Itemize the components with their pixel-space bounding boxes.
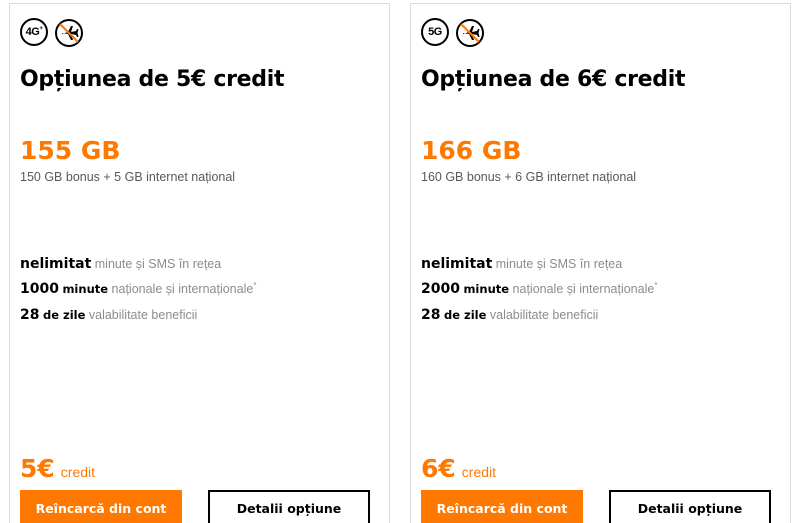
offer-icons: 5G	[421, 18, 485, 48]
offer-price: 6€ credit	[421, 454, 496, 483]
offers-page: 4G + Opțiunea de 5€ credit 155 GB 150 GB …	[0, 0, 800, 523]
offer-price: 5€ credit	[20, 454, 95, 483]
data-description: 150 GB bonus + 5 GB internet național	[20, 170, 236, 184]
feature-strong-small: minute	[62, 282, 109, 296]
option-details-button[interactable]: Detalii opțiune	[609, 490, 771, 523]
data-description: 160 GB bonus + 6 GB internet național	[421, 170, 637, 184]
feature-minutes: 2000 minute naționale și internaționale*	[421, 281, 657, 297]
data-amount: 155 GB	[20, 136, 121, 165]
recharge-from-account-button[interactable]: Reîncarcă din cont	[20, 490, 182, 523]
feature-text: valabilitate beneficii	[88, 308, 198, 322]
feature-strong-small: de zile	[42, 308, 86, 322]
feature-validity: 28 de zile valabilitate beneficii	[20, 307, 197, 323]
no-roaming-airplane-icon	[55, 19, 83, 47]
feature-text: valabilitate beneficii	[489, 308, 599, 322]
feature-strong: nelimitat	[421, 256, 493, 272]
feature-strong: 28	[421, 307, 441, 323]
price-label: credit	[60, 464, 96, 480]
offer-title: Opțiunea de 5€ credit	[20, 67, 285, 92]
data-amount: 166 GB	[421, 136, 522, 165]
feature-strong: 1000	[20, 281, 59, 297]
price-label: credit	[461, 464, 497, 480]
4g-plus-icon: 4G +	[20, 18, 48, 46]
offer-icons: 4G +	[20, 18, 84, 48]
footnote-asterisk: *	[654, 281, 658, 290]
price-amount: 6€	[421, 454, 456, 483]
feature-minutes: 1000 minute naționale și internaționale*	[20, 281, 256, 297]
feature-unlimited-network: nelimitat minute și SMS în rețea	[20, 256, 221, 272]
offer-card-6-euro: 5G Opțiunea de 6€ credit 166 GB 160 GB b…	[410, 3, 791, 523]
feature-strong: 28	[20, 307, 40, 323]
offer-card-5-euro: 4G + Opțiunea de 5€ credit 155 GB 150 GB …	[9, 3, 390, 523]
feature-text: naționale și internaționale	[111, 282, 254, 296]
feature-text: minute și SMS în rețea	[495, 257, 623, 271]
5g-icon: 5G	[421, 18, 449, 46]
feature-text: minute și SMS în rețea	[94, 257, 222, 271]
option-details-button[interactable]: Detalii opțiune	[208, 490, 370, 523]
price-amount: 5€	[20, 454, 55, 483]
feature-strong: nelimitat	[20, 256, 92, 272]
feature-unlimited-network: nelimitat minute și SMS în rețea	[421, 256, 622, 272]
recharge-from-account-button[interactable]: Reîncarcă din cont	[421, 490, 583, 523]
feature-text: naționale și internaționale	[512, 282, 655, 296]
feature-strong-small: minute	[463, 282, 510, 296]
no-roaming-airplane-icon	[456, 19, 484, 47]
feature-strong: 2000	[421, 281, 460, 297]
offer-title: Opțiunea de 6€ credit	[421, 67, 686, 92]
feature-strong-small: de zile	[443, 308, 487, 322]
feature-validity: 28 de zile valabilitate beneficii	[421, 307, 598, 323]
footnote-asterisk: *	[253, 281, 257, 290]
